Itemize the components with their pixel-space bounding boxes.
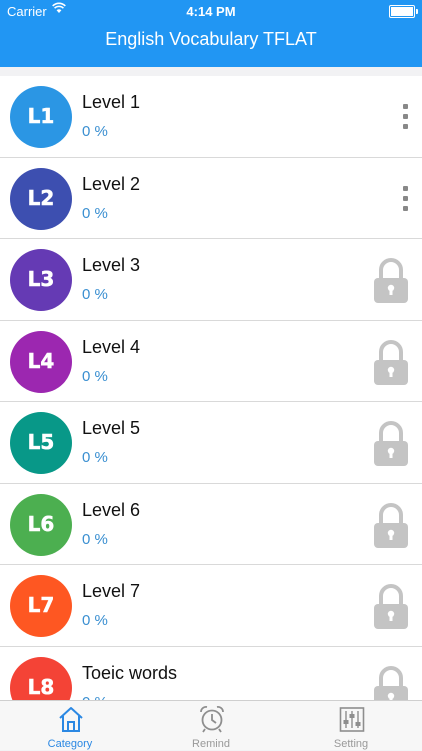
status-bar: Carrier 4:14 PM: [0, 0, 422, 22]
level-badge-text: L6: [28, 512, 55, 536]
clock-time: 4:14 PM: [186, 4, 236, 19]
tab-setting[interactable]: Setting: [306, 701, 396, 751]
level-name: Level 5: [82, 418, 141, 438]
level-row[interactable]: L5 Level 5 0 %: [0, 402, 422, 484]
level-progress: 0 %: [82, 449, 108, 466]
level-badge-icon: L5: [27, 430, 55, 455]
alarm-clock-icon: [200, 706, 224, 733]
level-row[interactable]: L1 Level 1 0 %: [0, 76, 422, 158]
level-badge-icon: L4: [27, 348, 55, 373]
level-name: Level 3: [82, 255, 141, 275]
level-row[interactable]: L2 Level 2 0 %: [0, 157, 422, 239]
level-row[interactable]: L6 Level 6 0 %: [0, 483, 422, 565]
level-badge-text: L2: [28, 186, 55, 210]
level-name: Level 4: [82, 336, 141, 357]
level-row[interactable]: L7 Level 7 0 %: [0, 565, 422, 647]
level-badge-text: L4: [28, 349, 55, 373]
level-progress: 0 %: [82, 286, 108, 303]
tab-category-label: Category: [47, 738, 93, 750]
level-progress: 0 %: [82, 530, 108, 548]
lock-icon: [374, 420, 408, 466]
level-badge-icon: L3: [27, 267, 55, 292]
level-row[interactable]: L3 Level 3 0 %: [0, 239, 422, 321]
tab-setting-label: Setting: [333, 738, 369, 750]
level-badge-icon: L2: [27, 185, 55, 210]
level-row[interactable]: L4 Level 4 0 %: [0, 320, 422, 402]
lock-icon: [374, 583, 408, 629]
level-list: L1 Level 1 0 % L2 Level 2 0 % L3 Level 3…: [0, 76, 422, 700]
level-badge-text: L8: [28, 675, 55, 699]
level-progress: 0 %: [82, 367, 108, 385]
level-progress: 0 %: [82, 123, 108, 140]
lock-icon: [374, 339, 408, 385]
level-name: Level 6: [82, 499, 141, 520]
level-badge: L8: [10, 656, 72, 700]
level-badge-text: L5: [28, 430, 55, 454]
lock-icon: [374, 502, 408, 548]
level-badge-text: L1: [28, 104, 55, 128]
level-badge: L6: [10, 493, 72, 556]
level-badge-icon: L7: [27, 593, 55, 618]
level-badge-icon: L8: [27, 674, 55, 699]
level-badge: L2: [10, 167, 72, 230]
tab-remind[interactable]: Remind: [166, 701, 256, 751]
level-name: Toeic words: [82, 662, 178, 683]
battery-icon: [389, 5, 418, 18]
level-badge: L1: [10, 86, 72, 148]
sliders-icon: [339, 707, 365, 732]
level-badge: L4: [10, 330, 72, 393]
home-icon: [59, 707, 83, 732]
level-name: Level 7: [82, 581, 141, 601]
level-badge-text: L3: [28, 267, 55, 291]
lock-icon: [374, 257, 408, 303]
tab-bar: Category Remind Setting: [0, 700, 422, 750]
level-row[interactable]: L8 Toeic words 0 %: [0, 646, 422, 700]
level-badge-text: L7: [28, 593, 55, 617]
level-badge: L7: [10, 575, 72, 637]
level-badge: L5: [10, 412, 72, 474]
level-progress: 0 %: [82, 204, 108, 222]
page-title: English Vocabulary TFLAT: [105, 29, 317, 49]
tab-remind-label: Remind: [192, 738, 230, 750]
more-options-icon[interactable]: [402, 185, 410, 212]
level-name: Level 2: [82, 173, 141, 194]
level-name: Level 1: [82, 92, 141, 112]
more-options-icon[interactable]: [402, 104, 410, 130]
level-badge-icon: L6: [27, 511, 55, 536]
level-progress: 0 %: [82, 612, 108, 629]
app-header: Carrier 4:14 PM English Vocabulary TFLAT: [0, 0, 422, 67]
tab-category[interactable]: Category: [25, 701, 115, 751]
level-badge: L3: [10, 249, 72, 311]
lock-icon: [374, 665, 408, 700]
level-badge-icon: L1: [27, 104, 55, 129]
